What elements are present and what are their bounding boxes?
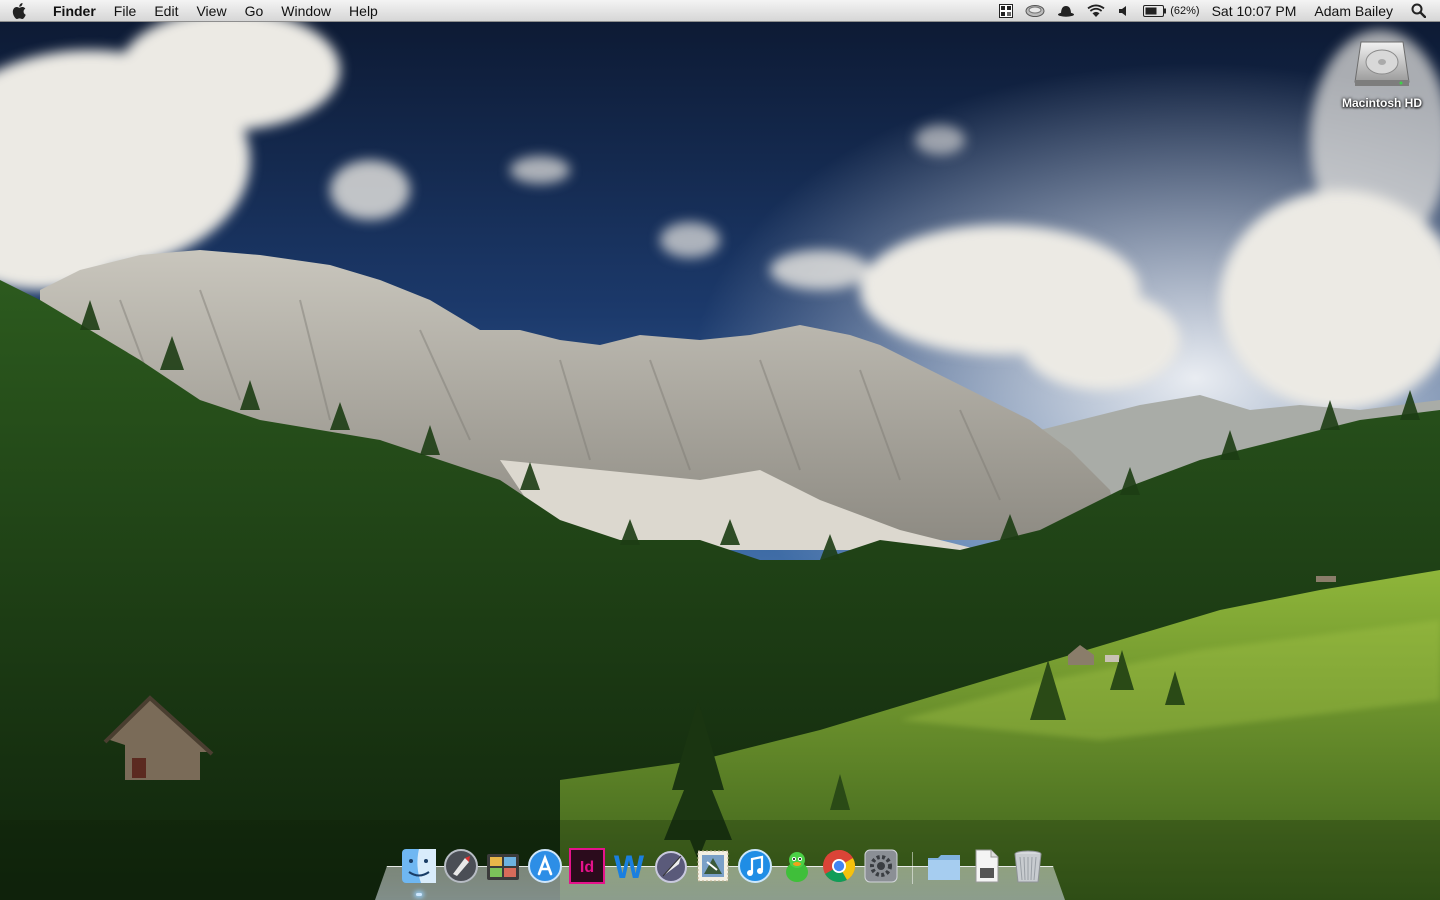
document-stack-icon — [975, 849, 999, 883]
battery-percentage: (62%) — [1170, 4, 1200, 17]
dock-item-trash[interactable] — [1007, 846, 1049, 886]
dock-item-adium[interactable] — [776, 846, 818, 886]
adium-duck-icon — [786, 852, 808, 882]
battery-icon — [1143, 4, 1167, 17]
menu-bar-status-area: (62%) Sat 10:07 PM Adam Bailey — [993, 0, 1440, 22]
dock-item-system-preferences[interactable] — [860, 846, 902, 886]
wifi-icon[interactable] — [1081, 0, 1111, 22]
indesign-icon: Id — [569, 848, 605, 884]
system-preferences-icon — [864, 849, 898, 883]
menu-view[interactable]: View — [187, 0, 235, 22]
menu-edit[interactable]: Edit — [145, 0, 187, 22]
dock-item-finder[interactable] — [398, 846, 440, 886]
dock-item-app-store[interactable] — [524, 846, 566, 886]
menu-go[interactable]: Go — [236, 0, 273, 22]
desktop-icon-label: Macintosh HD — [1341, 96, 1422, 110]
mail-stamp-icon — [697, 850, 729, 882]
battery-status[interactable]: (62%) — [1137, 0, 1205, 22]
dock-item-quill-app[interactable] — [650, 846, 692, 886]
dock-item-mail[interactable] — [692, 846, 734, 886]
launchpad-icon — [444, 849, 478, 883]
desktop-wallpaper — [0, 0, 1440, 900]
menu-file[interactable]: File — [105, 0, 146, 22]
menu-bar: Finder File Edit View Go Window Help (62… — [0, 0, 1440, 22]
hard-drive-icon — [1354, 41, 1410, 86]
apple-menu-icon[interactable] — [0, 0, 40, 22]
menu-bar-clock[interactable]: Sat 10:07 PM — [1206, 0, 1303, 22]
photo-browser-icon — [487, 854, 519, 880]
dock-item-photo-browser[interactable] — [482, 846, 524, 886]
menu-window[interactable]: Window — [272, 0, 340, 22]
dock-item-itunes[interactable] — [734, 846, 776, 886]
dock-separator — [912, 852, 913, 884]
finder-icon — [402, 849, 436, 883]
folder-stack-icon — [928, 855, 960, 880]
volume-icon[interactable] — [1111, 0, 1137, 22]
menu-help[interactable]: Help — [340, 0, 387, 22]
quill-app-icon — [655, 851, 687, 883]
dock-item-indesign[interactable]: Id — [566, 846, 608, 886]
time-machine-disk-icon[interactable] — [1019, 0, 1051, 22]
itunes-icon — [738, 849, 772, 883]
dock-item-launchpad[interactable] — [440, 846, 482, 886]
word-logo-text: W — [614, 849, 645, 884]
chrome-icon — [823, 849, 856, 883]
app-store-icon — [528, 849, 562, 883]
dock-running-indicator — [416, 893, 422, 896]
spaces-grid-icon[interactable] — [993, 0, 1019, 22]
menu-app-name[interactable]: Finder — [40, 0, 105, 22]
dock-item-chrome[interactable] — [818, 846, 860, 886]
dock-stack-folder[interactable] — [923, 846, 965, 886]
dock: Id W — [398, 846, 1049, 886]
dock-item-word[interactable]: W — [608, 846, 650, 886]
trash-icon — [1014, 850, 1042, 883]
spotlight-search-icon[interactable] — [1405, 0, 1440, 22]
menu-bar-left: Finder File Edit View Go Window Help — [0, 0, 387, 22]
word-icon: W — [614, 849, 645, 884]
dock-stack-documents[interactable] — [965, 846, 1007, 886]
desktop-icon-macintosh-hd[interactable]: Macintosh HD — [1332, 30, 1432, 110]
hat-status-icon[interactable] — [1051, 0, 1081, 22]
indesign-logo-text: Id — [580, 859, 594, 876]
fast-user-switch-name[interactable]: Adam Bailey — [1302, 0, 1405, 22]
